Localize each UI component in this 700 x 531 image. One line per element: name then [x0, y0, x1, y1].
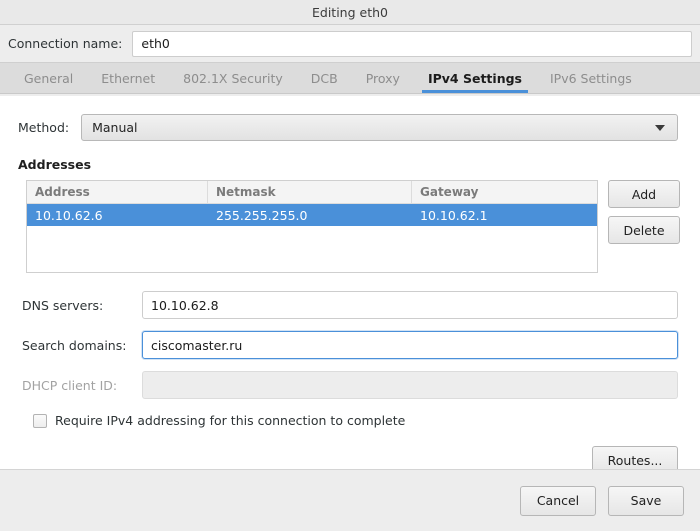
- tab-proxy[interactable]: Proxy: [352, 63, 414, 93]
- window-titlebar: Editing eth0: [0, 0, 700, 25]
- connection-name-row: Connection name: eth0: [0, 25, 700, 62]
- add-address-button[interactable]: Add: [608, 180, 680, 208]
- routes-row: Routes...: [0, 446, 678, 469]
- tab-dcb[interactable]: DCB: [297, 63, 352, 93]
- tab-ipv4-settings[interactable]: IPv4 Settings: [414, 63, 536, 93]
- window-title: Editing eth0: [312, 4, 388, 20]
- dns-servers-label: DNS servers:: [22, 297, 104, 313]
- require-ipv4-checkbox[interactable]: [33, 413, 47, 428]
- connection-name-label: Connection name:: [8, 36, 123, 51]
- method-dropdown[interactable]: Manual: [81, 114, 678, 141]
- dns-servers-row: DNS servers: 10.10.62.8: [22, 291, 678, 319]
- settings-tabbar: General Ethernet 802.1X Security DCB Pro…: [0, 62, 700, 94]
- delete-address-button[interactable]: Delete: [608, 216, 680, 244]
- routes-button[interactable]: Routes...: [592, 446, 678, 469]
- cell-netmask: 255.255.255.0: [216, 207, 308, 223]
- require-ipv4-row[interactable]: Require IPv4 addressing for this connect…: [33, 413, 700, 428]
- search-domains-input[interactable]: ciscomaster.ru: [142, 331, 678, 359]
- addresses-section-title: Addresses: [18, 157, 92, 172]
- search-domains-label: Search domains:: [22, 337, 127, 353]
- addresses-table[interactable]: Address Netmask Gateway 10.10.62.6 255.2…: [26, 180, 598, 273]
- connection-name-input[interactable]: eth0: [132, 30, 692, 57]
- tab-8021x-security[interactable]: 802.1X Security: [169, 63, 297, 93]
- dhcp-client-id-label: DHCP client ID:: [22, 377, 118, 393]
- dialog-footer: Cancel Save: [0, 470, 700, 531]
- tab-general[interactable]: General: [10, 63, 87, 93]
- addresses-table-header: Address Netmask Gateway: [27, 181, 597, 204]
- require-ipv4-label: Require IPv4 addressing for this connect…: [55, 413, 406, 428]
- dhcp-client-id-row: DHCP client ID:: [22, 371, 678, 399]
- column-header-address[interactable]: Address: [27, 181, 208, 203]
- dhcp-client-id-input: [142, 371, 678, 399]
- chevron-down-icon: [655, 124, 665, 131]
- column-header-gateway[interactable]: Gateway: [412, 181, 597, 203]
- method-row: Method: Manual: [18, 114, 678, 141]
- cell-address: 10.10.62.6: [35, 207, 103, 223]
- tab-ipv6-settings[interactable]: IPv6 Settings: [536, 63, 646, 93]
- dns-servers-input[interactable]: 10.10.62.8: [142, 291, 678, 319]
- save-button[interactable]: Save: [608, 485, 684, 516]
- cell-gateway: 10.10.62.1: [420, 207, 488, 223]
- method-selected-value: Manual: [92, 120, 138, 135]
- ipv4-settings-panel: Method: Manual Addresses Address Netmask…: [0, 96, 700, 470]
- search-domains-row: Search domains: ciscomaster.ru: [22, 331, 678, 359]
- table-row[interactable]: 10.10.62.6 255.255.255.0 10.10.62.1: [27, 204, 597, 226]
- column-header-netmask[interactable]: Netmask: [208, 181, 412, 203]
- tab-ethernet[interactable]: Ethernet: [87, 63, 169, 93]
- cancel-button[interactable]: Cancel: [520, 485, 596, 516]
- method-label: Method:: [18, 120, 70, 135]
- addresses-buttons: Add Delete: [608, 180, 680, 273]
- addresses-area: Address Netmask Gateway 10.10.62.6 255.2…: [26, 180, 700, 273]
- addresses-table-empty-space: [27, 226, 597, 272]
